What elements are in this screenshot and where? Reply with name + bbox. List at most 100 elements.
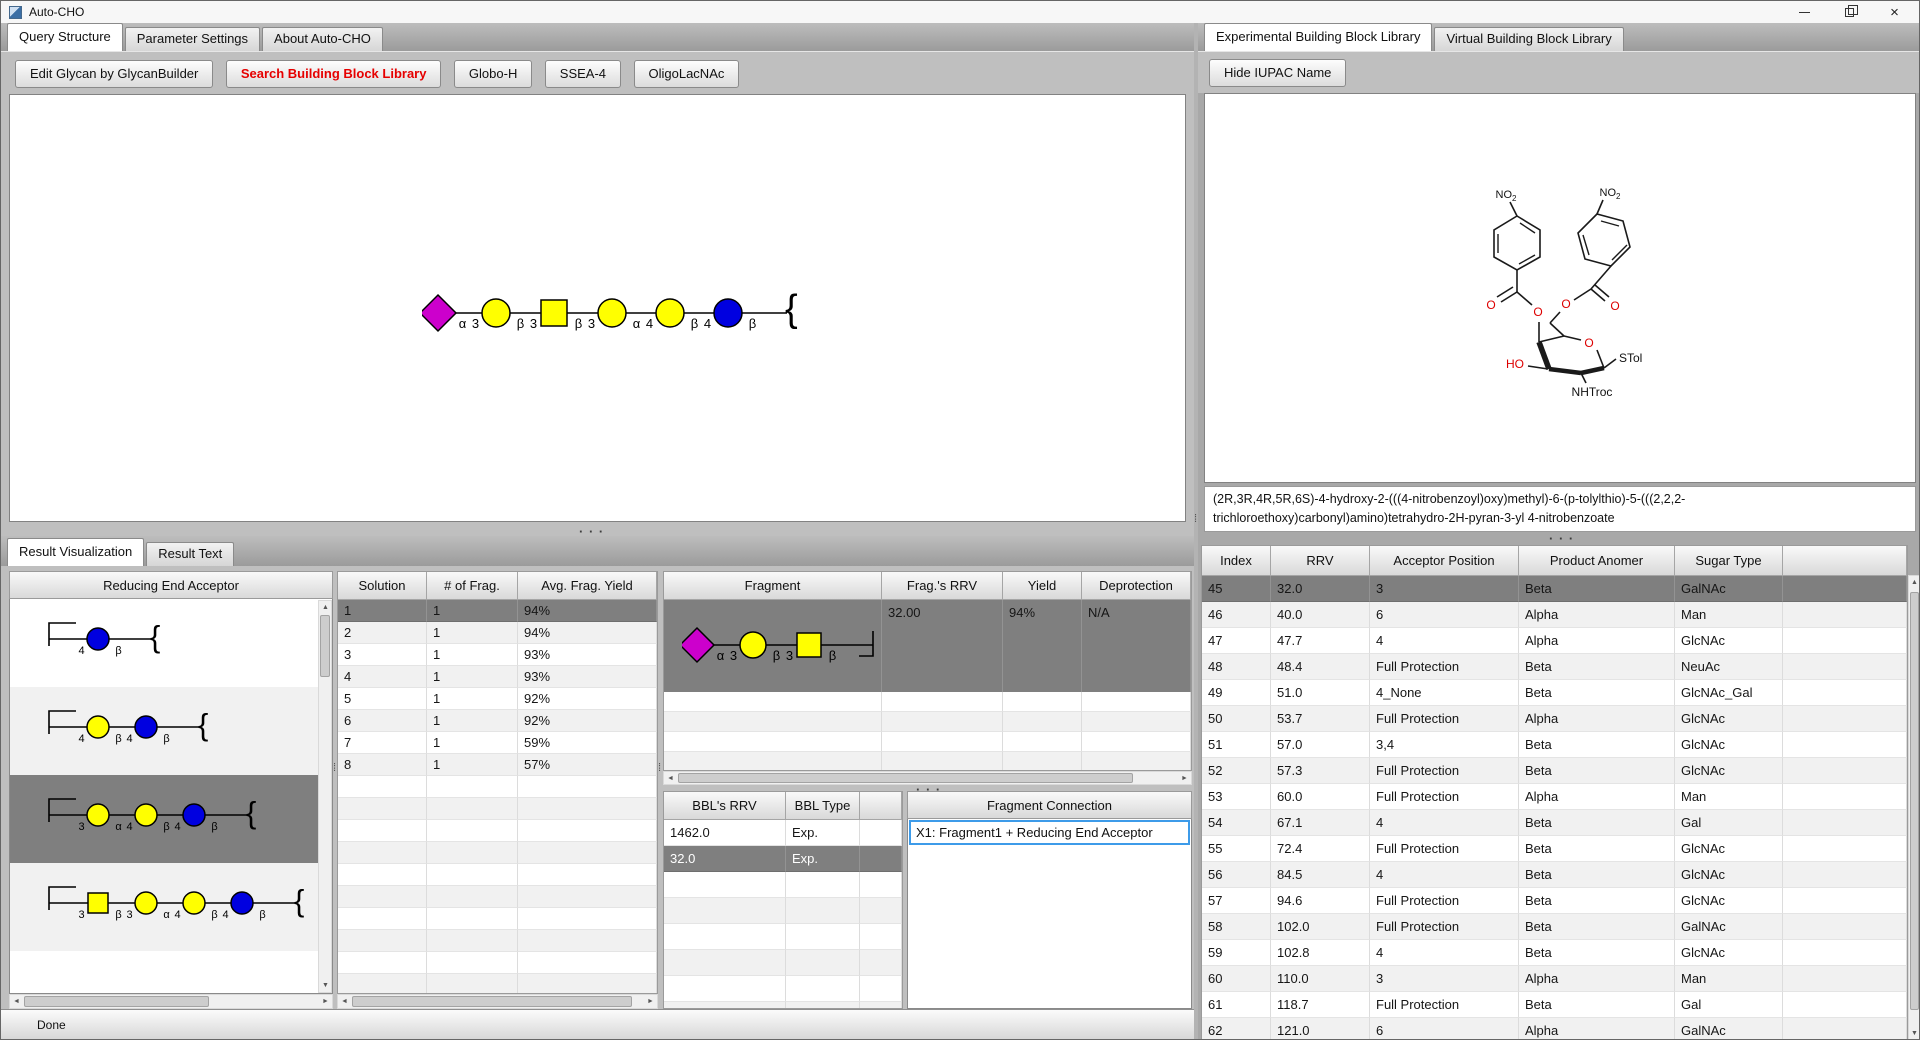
scroll-right-icon[interactable]: ► [319,995,332,1008]
scrollbar-thumb[interactable] [24,996,209,1007]
table-row[interactable]: 53 60.0 Full Protection Alpha Man [1202,784,1907,810]
table-row[interactable] [664,950,902,976]
table-row[interactable] [664,898,902,924]
table-row[interactable] [338,798,657,820]
table-row[interactable] [338,974,657,993]
column-header[interactable]: Index [1202,546,1271,576]
acceptor-list-item[interactable]: 4 β { [10,599,332,687]
column-header[interactable]: BBL Type [786,792,860,820]
ssea-4-button[interactable]: SSEA-4 [544,60,622,88]
column-header[interactable]: Deprotection [1082,572,1191,600]
column-header[interactable]: Avg. Frag. Yield [518,572,657,600]
fragment-row[interactable]: α3β3β 32.00 94% N/A [664,600,1191,692]
horizontal-splitter[interactable]: · · · [579,525,604,538]
table-row[interactable]: 47 47.7 4 Alpha GlcNAc [1202,628,1907,654]
table-row[interactable]: 55 72.4 Full Protection Beta GlcNAc [1202,836,1907,862]
tab-about-auto-cho[interactable]: About Auto-CHO [262,27,383,51]
table-row[interactable]: 1462.0 Exp. [664,820,902,846]
close-button[interactable]: × [1872,1,1917,23]
table-row[interactable]: 6 1 92% [338,710,657,732]
scroll-right-icon[interactable]: ► [1178,772,1191,785]
column-header[interactable]: Product Anomer [1519,546,1675,576]
table-row[interactable]: 58 102.0 Full Protection Beta GalNAc [1202,914,1907,940]
table-row[interactable]: 46 40.0 6 Alpha Man [1202,602,1907,628]
vertical-splitter[interactable]: ⁞ [333,763,336,774]
table-vertical-scrollbar[interactable]: ▲ ▼ [1908,575,1919,1039]
scroll-left-icon[interactable]: ◄ [338,995,351,1008]
table-row[interactable] [664,1002,902,1008]
rea-vertical-scrollbar[interactable]: ▲ ▼ [318,600,332,993]
column-header[interactable]: Sugar Type [1675,546,1783,576]
horizontal-splitter[interactable]: · · · [1549,532,1574,545]
globo-h-button[interactable]: Globo-H [453,60,533,88]
fragment-connection-item[interactable]: X1: Fragment1 + Reducing End Acceptor [909,820,1190,845]
tab-experimental-bbl[interactable]: Experimental Building Block Library [1204,23,1433,51]
table-row[interactable]: 1 1 94% [338,600,657,622]
table-row[interactable]: 32.0 Exp. [664,846,902,872]
acceptor-list-item[interactable] [10,951,332,993]
acceptor-list-item[interactable]: 4 β 4 β{ [10,687,332,775]
hide-iupac-button[interactable]: Hide IUPAC Name [1209,59,1347,87]
scroll-up-icon[interactable]: ▲ [1908,576,1919,589]
table-row[interactable]: 3 1 93% [338,644,657,666]
table-row[interactable] [664,924,902,950]
table-row[interactable]: 50 53.7 Full Protection Alpha GlcNAc [1202,706,1907,732]
table-row[interactable] [338,930,657,952]
column-header[interactable]: Frag.'s RRV [882,572,1003,600]
vertical-splitter[interactable]: ⁞ [1194,514,1197,525]
scroll-up-icon[interactable]: ▲ [319,601,332,614]
table-row[interactable]: 48 48.4 Full Protection Beta NeuAc [1202,654,1907,680]
table-row[interactable] [664,732,1191,752]
main-panel-divider[interactable] [1194,23,1198,1039]
table-row[interactable] [338,886,657,908]
table-row[interactable]: 54 67.1 4 Beta Gal [1202,810,1907,836]
restore-button[interactable] [1827,1,1872,23]
table-row[interactable] [664,752,1191,770]
table-row[interactable]: 60 110.0 3 Alpha Man [1202,966,1907,992]
column-header[interactable]: Fragment [664,572,882,600]
column-header[interactable] [860,792,902,820]
table-row[interactable]: 59 102.8 4 Beta GlcNAc [1202,940,1907,966]
column-header[interactable]: BBL's RRV [664,792,786,820]
column-header[interactable]: Solution [338,572,427,600]
edit-glycan-button[interactable]: Edit Glycan by GlycanBuilder [15,60,214,88]
table-row[interactable] [664,872,902,898]
tab-parameter-settings[interactable]: Parameter Settings [124,27,261,51]
column-header[interactable]: Yield [1003,572,1082,600]
column-header[interactable]: # of Frag. [427,572,518,600]
scroll-left-icon[interactable]: ◄ [664,772,677,785]
table-row[interactable] [664,692,1191,712]
table-row[interactable]: 45 32.0 3 Beta GalNAc [1202,576,1907,602]
table-row[interactable]: 49 51.0 4_None Beta GlcNAc_Gal [1202,680,1907,706]
table-row[interactable] [338,820,657,842]
table-row[interactable]: 51 57.0 3,4 Beta GlcNAc [1202,732,1907,758]
table-row[interactable] [664,976,902,1002]
oligolacnac-button[interactable]: OligoLacNAc [633,60,740,88]
search-bbl-button[interactable]: Search Building Block Library [225,60,442,88]
table-row[interactable]: 62 121.0 6 Alpha GalNAc [1202,1018,1907,1039]
table-row[interactable]: 61 118.7 Full Protection Beta Gal [1202,992,1907,1018]
table-row[interactable]: 57 94.6 Full Protection Beta GlcNAc [1202,888,1907,914]
column-header[interactable] [1783,546,1907,576]
table-row[interactable]: 56 84.5 4 Beta GlcNAc [1202,862,1907,888]
rea-horizontal-scrollbar[interactable]: ◄ ► [9,994,333,1009]
tab-result-visualization[interactable]: Result Visualization [7,538,145,566]
scrollbar-thumb[interactable] [678,773,1133,783]
scroll-down-icon[interactable]: ▼ [319,979,332,992]
table-row[interactable]: 2 1 94% [338,622,657,644]
scrollbar-thumb[interactable] [1910,592,1919,1010]
column-header[interactable]: RRV [1271,546,1370,576]
table-row[interactable]: 52 57.3 Full Protection Beta GlcNAc [1202,758,1907,784]
scrollbar-thumb[interactable] [352,996,632,1007]
table-row[interactable]: 7 1 59% [338,732,657,754]
minimize-button[interactable] [1782,1,1827,23]
glycan-canvas[interactable]: α 3 β 3 β 3 α 4 β 4 β{ [9,94,1186,522]
tab-result-text[interactable]: Result Text [146,542,235,566]
table-row[interactable] [338,842,657,864]
vertical-splitter[interactable]: ⁞ [658,763,661,774]
column-header[interactable]: Acceptor Position [1370,546,1519,576]
table-row[interactable] [338,776,657,798]
tab-query-structure[interactable]: Query Structure [7,23,123,51]
scroll-left-icon[interactable]: ◄ [10,995,23,1008]
solutions-horizontal-scrollbar[interactable]: ◄ ► [337,994,658,1009]
